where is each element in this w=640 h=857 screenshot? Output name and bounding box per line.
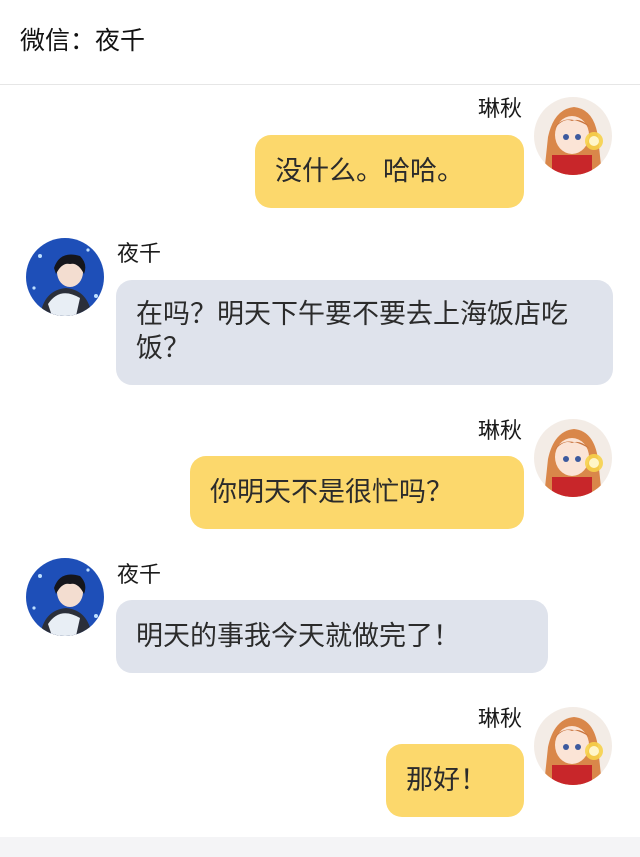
sender-name: 夜千: [117, 563, 162, 588]
sender-name: 夜千: [117, 242, 162, 267]
girl-avatar-icon: [534, 97, 612, 175]
message-text: 明天的事我今天就做完了！: [136, 620, 460, 652]
message-bubble: 没什么。哈哈。: [255, 135, 524, 208]
message-bubble: 那好！: [386, 744, 524, 817]
message-text: 你明天不是很忙吗？: [210, 476, 453, 508]
boy-avatar-icon: [26, 238, 104, 316]
message-bubble: 你明天不是很忙吗？: [190, 456, 524, 529]
avatar-yeqian[interactable]: [26, 558, 104, 636]
message-text: 没什么。哈哈。: [275, 155, 464, 187]
girl-avatar-icon: [534, 707, 612, 785]
girl-avatar-icon: [534, 419, 612, 497]
message-text: 那好！: [406, 764, 487, 796]
message-bubble: 在吗？明天下午要不要去上海饭店吃饭？: [116, 280, 613, 385]
boy-avatar-icon: [26, 558, 104, 636]
message-text: 在吗？明天下午要不要去上海饭店吃饭？: [136, 299, 568, 364]
avatar-linqiu[interactable]: [534, 419, 612, 497]
chat-title: 微信：夜千: [20, 26, 146, 55]
sender-name: 琳秋: [477, 97, 522, 122]
chat-header: 微信：夜千: [0, 0, 640, 85]
message-bubble: 明天的事我今天就做完了！: [116, 600, 548, 673]
input-bar-area: [0, 837, 640, 857]
avatar-linqiu[interactable]: [534, 97, 612, 175]
sender-name: 琳秋: [477, 707, 522, 732]
sender-name: 琳秋: [477, 419, 522, 444]
avatar-yeqian[interactable]: [26, 238, 104, 316]
avatar-linqiu[interactable]: [534, 707, 612, 785]
